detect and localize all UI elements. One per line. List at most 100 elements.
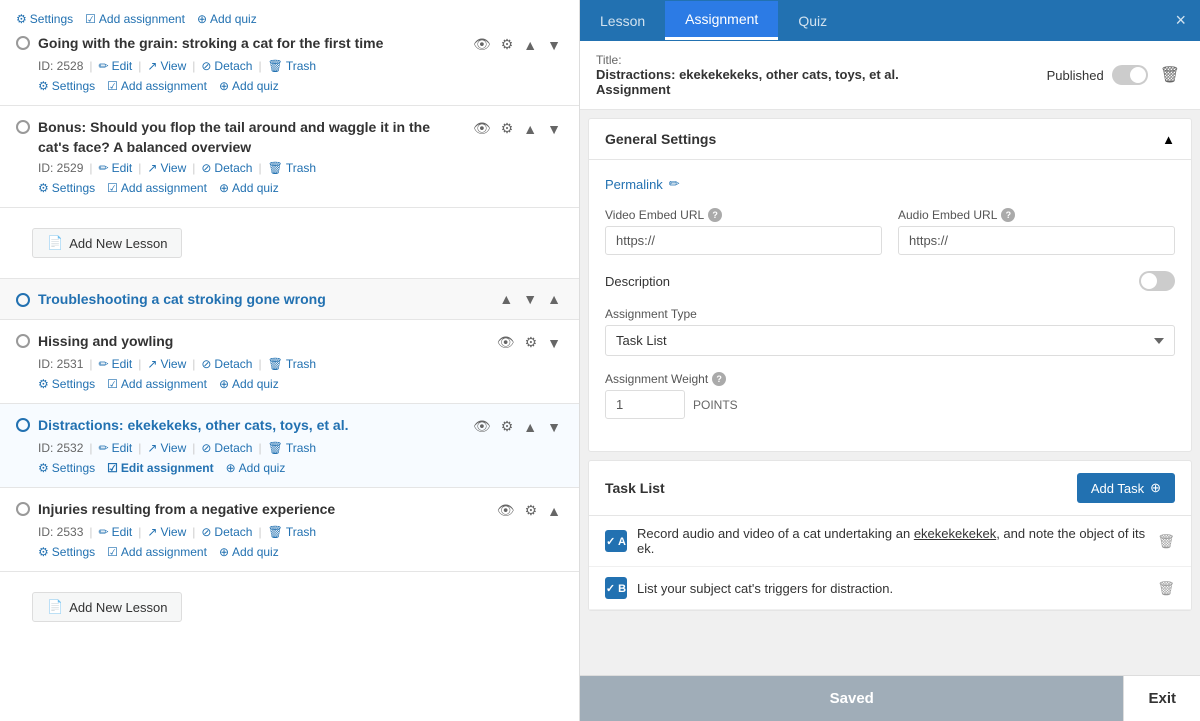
add-new-lesson-btn-2[interactable]: 📄 Add New Lesson	[32, 592, 182, 622]
lesson-5-view-link[interactable]: ↗ View	[147, 525, 186, 539]
add-task-plus-icon: ⊕	[1150, 480, 1161, 496]
lesson-1-edit-link[interactable]: ✏ Edit	[99, 59, 133, 73]
permalink-label[interactable]: Permalink	[605, 177, 663, 192]
task-trash-1[interactable]: 🗑	[1157, 580, 1175, 597]
lesson-3-add-quiz[interactable]: ⊕ Add quiz	[219, 377, 279, 391]
lesson-3-detach-link[interactable]: ⊘ Detach	[201, 357, 252, 371]
lesson-3-settings-action[interactable]: ⚙ Settings	[38, 377, 95, 391]
task-item-0: ✓ A Record audio and video of a cat unde…	[589, 516, 1191, 567]
lesson-4-eye-btn[interactable]: 👁	[471, 416, 493, 437]
weight-input[interactable]	[605, 390, 685, 419]
lesson-5-settings-action[interactable]: ⚙ Settings	[38, 545, 95, 559]
close-panel-btn[interactable]: ×	[1161, 0, 1200, 41]
tab-quiz[interactable]: Quiz	[778, 3, 847, 39]
settings-body: Permalink ✏ Video Embed URL ? Audio Embe…	[589, 160, 1191, 451]
tab-lesson[interactable]: Lesson	[580, 3, 665, 39]
lesson-1-view-link[interactable]: ↗ View	[147, 59, 186, 73]
lesson-5-edit-link[interactable]: ✏ Edit	[99, 525, 133, 539]
section-collapse-btn[interactable]: ▲	[545, 289, 563, 309]
add-new-lesson-btn-1[interactable]: 📄 Add New Lesson	[32, 228, 182, 258]
lesson-4-add-quiz[interactable]: ⊕ Add quiz	[226, 461, 286, 475]
lesson-3-add-assignment[interactable]: ☑ Add assignment	[107, 377, 207, 391]
lesson-3-eye-btn[interactable]: 👁	[495, 332, 517, 353]
assignment-type-select[interactable]: Task List Upload Text	[605, 325, 1175, 356]
title-trash-btn[interactable]: 🗑	[1156, 61, 1184, 89]
lesson-4-edit-assignment[interactable]: ☑ Edit assignment	[107, 461, 213, 475]
lesson-2-up-btn[interactable]: ▲	[521, 119, 539, 139]
section-title[interactable]: Troubleshooting a cat stroking gone wron…	[38, 291, 326, 307]
task-trash-0[interactable]: 🗑	[1157, 533, 1175, 550]
lesson-1-settings-action[interactable]: ⚙ Settings	[38, 79, 95, 93]
lesson-1-title[interactable]: Going with the grain: stroking a cat for…	[38, 34, 383, 54]
lesson-1-add-quiz[interactable]: ⊕ Add quiz	[219, 79, 279, 93]
lesson-2-view-link[interactable]: ↗ View	[147, 161, 186, 175]
lesson-3-meta: ID: 2531 | ✏ Edit | ↗ View | ⊘ Detach | …	[38, 357, 563, 371]
lesson-1-detach-link[interactable]: ⊘ Detach	[201, 59, 252, 73]
lesson-3-view-link[interactable]: ↗ View	[147, 357, 186, 371]
lesson-4-down-btn[interactable]: ▼	[545, 417, 563, 437]
lesson-3-title-row: Hissing and yowling 👁 ⚙ ▼	[16, 332, 563, 353]
lesson-2-add-quiz[interactable]: ⊕ Add quiz	[219, 181, 279, 195]
lesson-5-up-btn[interactable]: ▲	[545, 501, 563, 521]
lesson-2-title[interactable]: Bonus: Should you flop the tail around a…	[38, 118, 463, 157]
lesson-2-detach-link[interactable]: ⊘ Detach	[201, 161, 252, 175]
lesson-1-trash-link[interactable]: 🗑 Trash	[268, 59, 316, 73]
lesson-5-add-assignment[interactable]: ☑ Add assignment	[107, 545, 207, 559]
lesson-2-actions-row: ⚙ Settings ☑ Add assignment ⊕ Add quiz	[38, 181, 563, 195]
lesson-5-eye-btn[interactable]: 👁	[495, 500, 517, 521]
lesson-2-add-assignment[interactable]: ☑ Add assignment	[107, 181, 207, 195]
lesson-5-trash-link[interactable]: 🗑 Trash	[268, 525, 316, 539]
audio-url-info-icon[interactable]: ?	[1001, 208, 1015, 222]
lesson-2-edit-link[interactable]: ✏ Edit	[99, 161, 133, 175]
lesson-5-title[interactable]: Injuries resulting from a negative exper…	[38, 500, 335, 520]
lesson-1-eye-btn[interactable]: 👁	[471, 34, 493, 55]
lesson-4-title[interactable]: Distractions: ekekekeks, other cats, toy…	[38, 416, 348, 436]
lesson-5-detach-link[interactable]: ⊘ Detach	[201, 525, 252, 539]
add-task-btn[interactable]: Add Task ⊕	[1077, 473, 1175, 503]
lesson-4-edit-link[interactable]: ✏ Edit	[99, 441, 133, 455]
add-quiz-link-1[interactable]: ⊕ Add quiz	[197, 12, 257, 26]
permalink-edit-icon[interactable]: ✏	[669, 176, 680, 192]
lesson-3-down-btn[interactable]: ▼	[545, 333, 563, 353]
audio-url-input[interactable]	[898, 226, 1175, 255]
lesson-4-settings-action[interactable]: ⚙ Settings	[38, 461, 95, 475]
lesson-2-trash-link[interactable]: 🗑 Trash	[268, 161, 316, 175]
lesson-5-block: Injuries resulting from a negative exper…	[0, 488, 579, 572]
lesson-1-settings-btn[interactable]: ⚙	[499, 34, 516, 55]
lesson-4-settings-btn[interactable]: ⚙	[499, 416, 516, 437]
video-url-info-icon[interactable]: ?	[708, 208, 722, 222]
lesson-3-edit-link[interactable]: ✏ Edit	[99, 357, 133, 371]
settings-header[interactable]: General Settings ▲	[589, 119, 1191, 160]
lesson-4-trash-link[interactable]: 🗑 Trash	[268, 441, 316, 455]
video-url-input[interactable]	[605, 226, 882, 255]
weight-info-icon[interactable]: ?	[712, 372, 726, 386]
lesson-4-view-link[interactable]: ↗ View	[147, 441, 186, 455]
lesson-5-settings-btn[interactable]: ⚙	[523, 500, 540, 521]
tab-assignment[interactable]: Assignment	[665, 1, 778, 40]
lesson-2-eye-btn[interactable]: 👁	[471, 118, 493, 139]
exit-btn[interactable]: Exit	[1123, 676, 1200, 721]
lesson-2-settings-btn[interactable]: ⚙	[499, 118, 516, 139]
lesson-3-title[interactable]: Hissing and yowling	[38, 332, 173, 352]
settings-link-1[interactable]: ⚙ Settings	[16, 12, 73, 26]
lesson-4-up-btn[interactable]: ▲	[521, 417, 539, 437]
lesson-3-trash-link[interactable]: 🗑 Trash	[268, 357, 316, 371]
add-assignment-link-1[interactable]: ☑ Add assignment	[85, 12, 185, 26]
lesson-1-add-assignment[interactable]: ☑ Add assignment	[107, 79, 207, 93]
section-down-btn[interactable]: ▼	[521, 289, 539, 309]
task-checkbox-0[interactable]: ✓ A	[605, 530, 627, 552]
task-checkbox-1[interactable]: ✓ B	[605, 577, 627, 599]
published-toggle[interactable]	[1112, 65, 1148, 85]
lesson-1-down-btn[interactable]: ▼	[545, 35, 563, 55]
description-label: Description	[605, 274, 670, 289]
section-up-btn[interactable]: ▲	[497, 289, 515, 309]
lesson-3-settings-btn[interactable]: ⚙	[523, 332, 540, 353]
saved-btn[interactable]: Saved	[580, 676, 1123, 721]
lesson-1-up-btn[interactable]: ▲	[521, 35, 539, 55]
lesson-2-settings-action[interactable]: ⚙ Settings	[38, 181, 95, 195]
published-label: Published	[1047, 68, 1104, 83]
lesson-4-detach-link[interactable]: ⊘ Detach	[201, 441, 252, 455]
lesson-5-add-quiz[interactable]: ⊕ Add quiz	[219, 545, 279, 559]
lesson-2-down-btn[interactable]: ▼	[545, 119, 563, 139]
description-toggle[interactable]	[1139, 271, 1175, 291]
